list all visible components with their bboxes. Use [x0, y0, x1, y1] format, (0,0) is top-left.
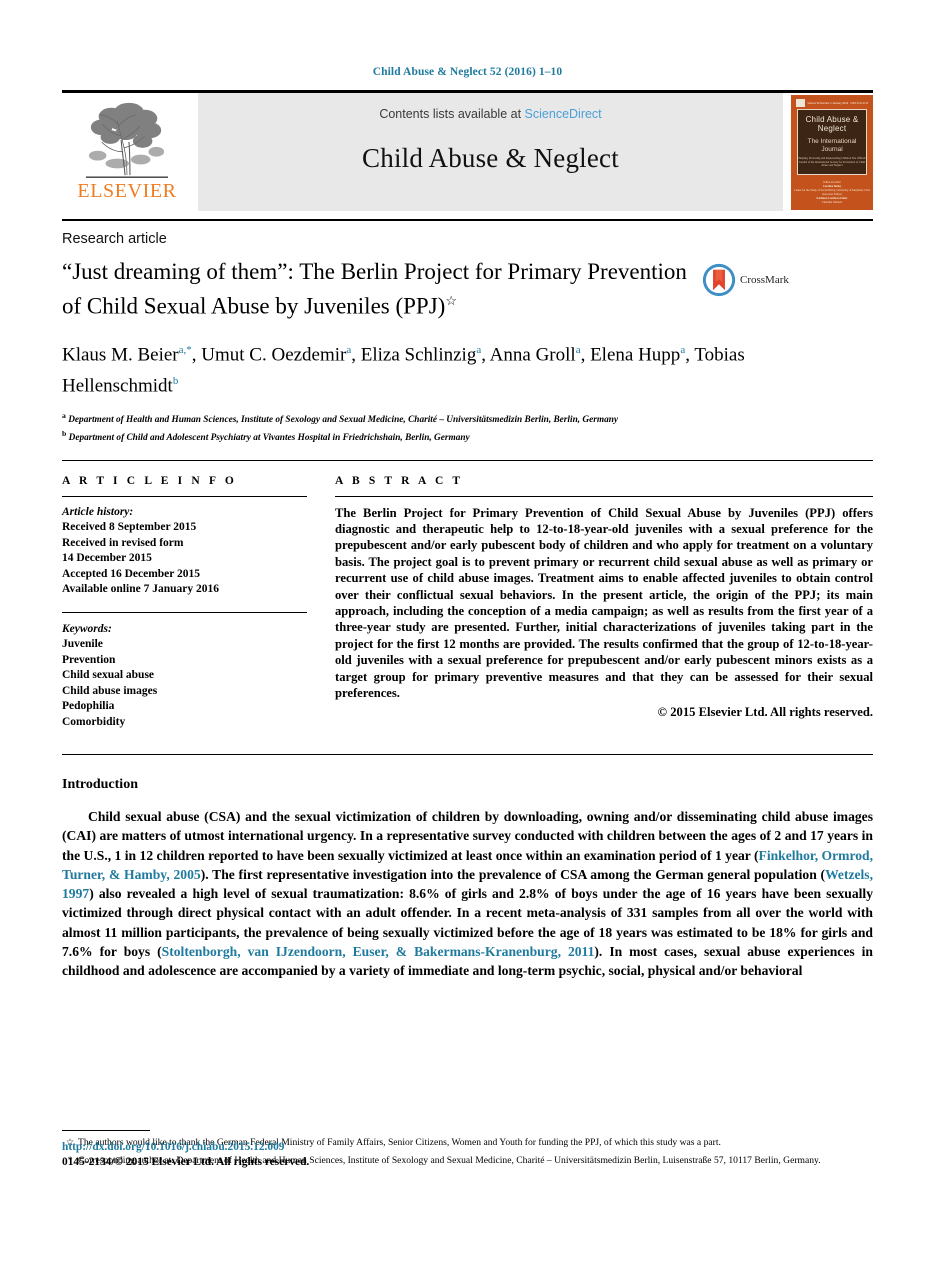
contents-prefix: Contents lists available at: [379, 107, 522, 121]
article-title-text: “Just dreaming of them”: The Berlin Proj…: [62, 259, 687, 319]
cover-volume-text: Volume 52 Number 1 January 2016: [807, 101, 849, 105]
article-history-item: Accepted 16 December 2015: [62, 567, 201, 580]
cover-journal-subtitle: The International Journal: [807, 138, 857, 153]
article-history-item: Received in revised form: [62, 536, 184, 549]
cover-micro-text: Helping, Protecting and Representing Chi…: [798, 157, 866, 168]
article-history-item: Available online 7 January 2016: [62, 583, 219, 595]
journal-cover-thumbnail: Volume 52 Number 1 January 2016 ISSN 014…: [791, 95, 873, 210]
crossmark-icon: [702, 263, 736, 297]
affiliation-b: b Department of Child and Adolescent Psy…: [62, 427, 822, 445]
keywords-label: Keywords:: [62, 622, 112, 635]
introduction-paragraph: Child sexual abuse (CSA) and the sexual …: [62, 807, 873, 981]
paragraph-text: Child sexual abuse (CSA) and the sexual …: [62, 809, 873, 863]
article-info-rule: Article history: Received 8 September 20…: [62, 495, 307, 598]
abstract-copyright: © 2015 Elsevier Ltd. All rights reserved…: [657, 705, 873, 720]
cover-issn-text: ISSN 0145-2134: [850, 101, 868, 105]
elsevier-logo: ELSEVIER: [62, 93, 192, 211]
journal-masthead: ELSEVIER Contents lists available at Sci…: [62, 90, 873, 211]
article-history-item: Received 8 September 2015: [62, 521, 197, 533]
affiliation-a: a Department of Health and Human Science…: [62, 409, 822, 427]
cover-publisher-mark: [796, 99, 805, 107]
title-footnote-mark: ☆: [445, 293, 457, 308]
keyword-item: Child sexual abuse: [62, 669, 155, 681]
paragraph-text: ). The first representative investigatio…: [200, 866, 826, 882]
author-list: Klaus M. Beiera,*, Umut C. Oezdemira, El…: [62, 343, 745, 397]
keyword-item: Prevention: [62, 653, 116, 666]
affiliation-a-text: Department of Health and Human Sciences,…: [68, 415, 619, 426]
crossmark-badge[interactable]: CrossMark: [702, 263, 789, 297]
affiliation-b-mark: b: [62, 429, 67, 439]
cover-panel: Child Abuse & Neglect The International …: [797, 109, 867, 175]
footnote-rule: [62, 1129, 150, 1131]
journal-title: Child Abuse & Neglect: [362, 143, 619, 173]
elsevier-tree-icon: [78, 97, 176, 183]
article-info-heading: A R T I C L E I N F O: [62, 474, 237, 487]
cover-journal-name: Child Abuse & Neglect: [805, 115, 859, 133]
footer-block: http://dx.doi.org/10.1016/j.chiabu.2015.…: [62, 1140, 309, 1266]
article-info-column: A R T I C L E I N F O Article history: R…: [62, 475, 307, 731]
article-type-label: Research article: [62, 231, 167, 247]
title-row: “Just dreaming of them”: The Berlin Proj…: [62, 257, 873, 321]
elsevier-wordmark: ELSEVIER: [77, 180, 177, 202]
running-head: Child Abuse & Neglect 52 (2016) 1–10: [372, 66, 563, 78]
keyword-item: Comorbidity: [62, 715, 126, 728]
body-top-rule: [62, 754, 873, 755]
cover-assoc-b: Christine Wekerle: [821, 201, 843, 204]
abstract-rule: The Berlin Project for Primary Preventio…: [335, 495, 873, 722]
section-heading-introduction: Introduction: [62, 777, 138, 792]
keywords-block: Keywords: Juvenile Prevention Child sexu…: [62, 611, 307, 731]
abstract-column: A B S T R A C T The Berlin Project for P…: [335, 475, 873, 731]
abstract-text: The Berlin Project for Primary Preventio…: [335, 505, 873, 700]
issn-copyright-line: 0145-2134/© 2015 Elsevier Ltd. All right…: [62, 1156, 310, 1168]
citation-link[interactable]: Stoltenborgh, van IJzendoorn, Euser, & B…: [162, 944, 595, 959]
info-top-rule: [62, 459, 873, 461]
contents-available-line: Contents lists available at ScienceDirec…: [198, 93, 783, 121]
doi-link[interactable]: http://dx.doi.org/10.1016/j.chiabu.2015.…: [62, 1140, 309, 1155]
keyword-item: Child abuse images: [62, 684, 158, 697]
page-title: “Just dreaming of them”: The Berlin Proj…: [62, 257, 702, 321]
cover-top-bar: Volume 52 Number 1 January 2016 ISSN 014…: [794, 98, 870, 108]
info-abstract-columns: A R T I C L E I N F O Article history: R…: [62, 475, 873, 731]
affiliation-a-mark: a: [62, 411, 66, 421]
sciencedirect-link[interactable]: ScienceDirect: [525, 107, 602, 121]
keyword-item: Juvenile: [62, 638, 103, 650]
article-history-item: 14 December 2015: [62, 552, 152, 564]
paper-page: Child Abuse & Neglect 52 (2016) 1–10 ELS…: [0, 0, 935, 1266]
masthead-bottom-rule: [62, 219, 873, 221]
crossmark-label: CrossMark: [740, 274, 789, 286]
cover-footer: Editor-in-Chief Caroline Bailey Center f…: [794, 181, 870, 205]
abstract-heading: A B S T R A C T: [335, 474, 464, 487]
affiliation-b-text: Department of Child and Adolescent Psych…: [68, 433, 470, 444]
keyword-item: Pedophilia: [62, 700, 115, 712]
journal-banner: Contents lists available at ScienceDirec…: [198, 93, 783, 211]
article-history-label: Article history:: [62, 505, 134, 518]
